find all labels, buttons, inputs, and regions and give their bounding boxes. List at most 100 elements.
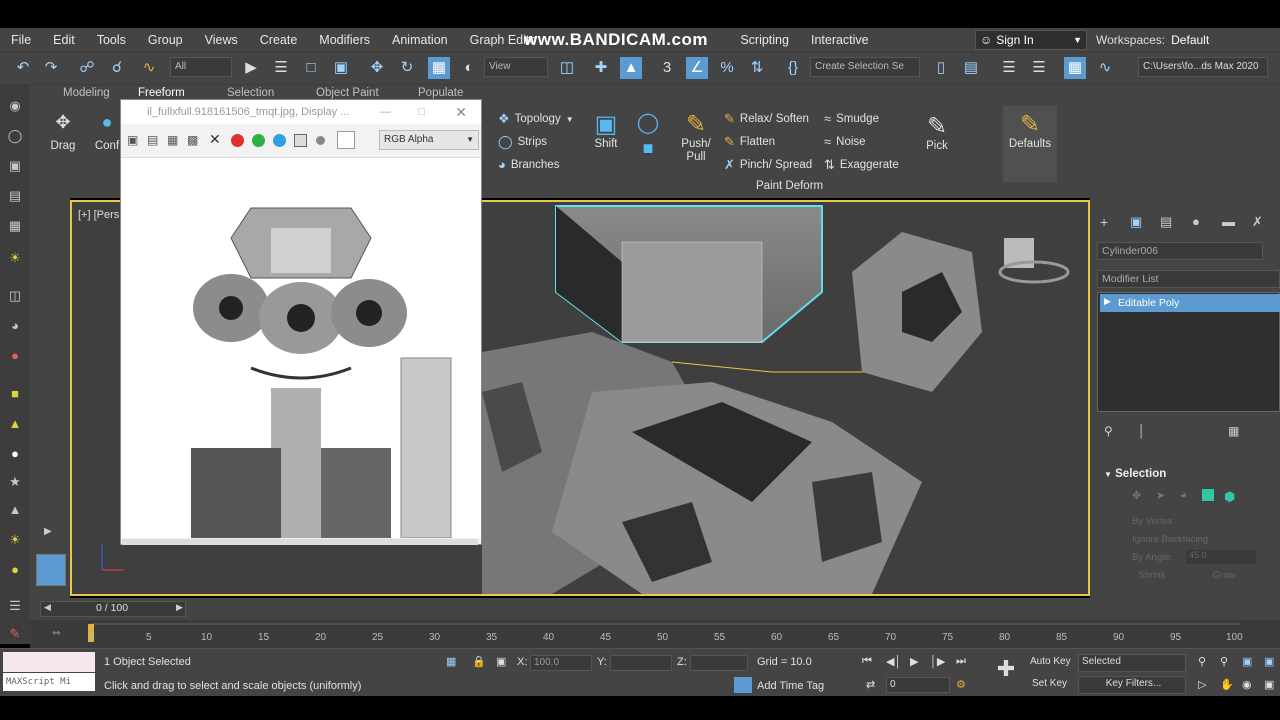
pinch-spread-button[interactable]: ✗ Pinch/ Spread	[724, 157, 812, 173]
workspaces-selector[interactable]: Workspaces: Default	[1096, 30, 1209, 50]
shrink-button[interactable]: Shrink	[1124, 570, 1180, 584]
tab-object-paint[interactable]: Object Paint	[316, 87, 379, 99]
z-coordinate-field[interactable]	[690, 655, 748, 671]
add-time-tag-button[interactable]: Add Time Tag	[757, 680, 824, 692]
reference-coordinate-dropdown[interactable]: View	[484, 57, 548, 77]
ignore-backfacing-checkbox[interactable]: Ignore Backfacing	[1132, 534, 1208, 545]
lock-icon[interactable]: 🔒	[472, 655, 486, 668]
tab-freeform[interactable]: Freeform	[138, 87, 185, 99]
track-bar[interactable]	[30, 620, 1280, 648]
border-mode-icon[interactable]: ◕	[1180, 489, 1187, 501]
curve-editor-icon[interactable]: ∿	[1094, 57, 1116, 79]
move-icon[interactable]: ✥	[366, 57, 388, 79]
viewport-layout-icon[interactable]	[36, 554, 66, 586]
time-tag-icon[interactable]	[734, 677, 752, 693]
layer-explorer-icon[interactable]: ☰	[1028, 57, 1050, 79]
angle-snap-icon[interactable]: ∠	[686, 57, 708, 79]
cone-icon[interactable]: ▲	[5, 502, 25, 520]
show-end-result-icon[interactable]: │	[1138, 424, 1146, 438]
tab-selection[interactable]: Selection	[227, 87, 274, 99]
zoom-all-icon[interactable]: ⚲	[1220, 655, 1228, 668]
y-coordinate-field[interactable]	[610, 655, 672, 671]
bind-space-warp-icon[interactable]: ∿	[138, 57, 160, 79]
expand-arrow-icon[interactable]: ▶	[44, 526, 52, 537]
menu-tools[interactable]: Tools	[86, 33, 137, 47]
utilities-tab-icon[interactable]: ✗	[1252, 214, 1263, 230]
field-of-view-icon[interactable]: ▷	[1198, 678, 1206, 691]
dome-icon[interactable]: ▲	[5, 416, 25, 434]
redo-icon[interactable]: ↷	[40, 57, 62, 79]
go-to-start-icon[interactable]: ⏮	[862, 655, 872, 668]
tab-modeling[interactable]: Modeling	[63, 87, 110, 99]
menu-interactive[interactable]: Interactive	[800, 33, 880, 47]
polygon-mode-icon[interactable]	[1202, 489, 1214, 501]
object-name-field[interactable]: Cylinder006	[1097, 242, 1263, 260]
select-manipulate-icon[interactable]: ✚	[590, 57, 612, 79]
keyboard-shortcut-override-icon[interactable]: ▲	[620, 57, 642, 79]
copy-image-icon[interactable]: ▤	[147, 133, 158, 147]
mirror-icon[interactable]: ▯	[930, 57, 952, 79]
edge-mode-icon[interactable]: ➤	[1156, 489, 1165, 502]
pin-stack-icon[interactable]: ⚲	[1104, 424, 1113, 438]
light-icon[interactable]: ☀	[5, 250, 25, 268]
teapot-icon[interactable]: ◉	[5, 98, 25, 116]
select-object-icon[interactable]: ▶	[240, 57, 262, 79]
by-vertex-checkbox[interactable]: By Vertex	[1132, 516, 1173, 527]
vertex-mode-icon[interactable]: ✥	[1132, 489, 1141, 502]
isolate-selection-icon[interactable]: ▦	[446, 655, 456, 668]
menu-animation[interactable]: Animation	[381, 33, 459, 47]
close-icon[interactable]: ✕	[455, 104, 467, 121]
shift-options[interactable]: ◯ ■	[634, 110, 662, 166]
spinner-snap-icon[interactable]: ⇅	[746, 57, 768, 79]
scale-icon[interactable]: ▦	[428, 57, 450, 79]
by-angle-checkbox[interactable]: By Angle:	[1132, 552, 1172, 563]
blue-channel-icon[interactable]	[273, 134, 286, 147]
flatten-button[interactable]: ✎ Flatten	[724, 134, 775, 150]
selection-rollout-header[interactable]: ▼ Selection	[1104, 468, 1166, 480]
expand-arrow-icon[interactable]: ▶	[1104, 296, 1111, 307]
link-icon[interactable]: ☍	[76, 57, 98, 79]
push-pull-tool[interactable]: ✎ Push/ Pull	[676, 110, 716, 164]
edit-named-selection-icon[interactable]: {}	[782, 57, 804, 79]
mono-channel-icon[interactable]	[316, 136, 325, 145]
unlink-icon[interactable]: ☌	[106, 57, 128, 79]
exaggerate-button[interactable]: ⇅ Exaggerate	[824, 157, 899, 173]
configure-modifier-sets-icon[interactable]: ▦	[1228, 424, 1239, 438]
branches-button[interactable]: ◕ Branches	[498, 157, 559, 172]
snaps-toggle-icon[interactable]: 3	[656, 57, 678, 79]
maxscript-listener-top[interactable]	[3, 652, 95, 672]
image-window-titlebar[interactable]: il_fullxfull.918161506_tmqt.jpg, Display…	[121, 100, 481, 124]
undo-icon[interactable]: ↶	[12, 57, 34, 79]
play-icon[interactable]: ▶	[910, 655, 918, 668]
image-window-scrollbar[interactable]	[122, 539, 478, 545]
time-configuration-icon[interactable]: ⚙	[956, 678, 966, 691]
walkthrough-icon[interactable]: ★	[5, 474, 25, 492]
orbit-icon[interactable]: ◉	[1242, 678, 1252, 691]
key-filters-button[interactable]: Key Filters...	[1078, 676, 1186, 694]
tab-populate[interactable]: Populate	[418, 87, 463, 99]
print-image-icon[interactable]: ▩	[187, 133, 198, 147]
plane-icon[interactable]: ▤	[5, 188, 25, 206]
selection-filter-dropdown[interactable]: All	[170, 57, 232, 77]
sun-icon[interactable]: ☀	[5, 532, 25, 550]
place-icon[interactable]: ◐	[458, 57, 480, 79]
maximize-icon[interactable]: □	[418, 106, 425, 118]
noise-button[interactable]: ≈ Noise	[824, 134, 866, 149]
grow-button[interactable]: Grow	[1196, 570, 1252, 584]
current-frame-field[interactable]: 0	[886, 677, 950, 693]
green-channel-icon[interactable]	[252, 134, 265, 147]
pan-view-icon[interactable]: ✋	[1220, 678, 1234, 691]
element-mode-icon[interactable]: ⬢	[1224, 489, 1235, 505]
stack-item-editable-poly[interactable]: Editable Poly	[1100, 294, 1280, 312]
pick-tool[interactable]: ✎ Pick	[920, 112, 954, 152]
set-key-icon[interactable]: ✚	[990, 656, 1022, 686]
maxscript-mini-listener[interactable]: MAXScript Mi	[3, 673, 95, 691]
track-bar-toggle-icon[interactable]: ⇿	[52, 628, 60, 639]
auto-key-button[interactable]: Auto Key	[1030, 656, 1071, 667]
time-slider-right-icon[interactable]: ▶	[176, 602, 183, 613]
grid-icon[interactable]: ▦	[5, 218, 25, 236]
rotate-icon[interactable]: ↻	[396, 57, 418, 79]
save-image-icon[interactable]: ▣	[127, 133, 138, 147]
rectangular-selection-icon[interactable]: □	[300, 57, 322, 79]
smudge-button[interactable]: ≈ Smudge	[824, 111, 879, 126]
